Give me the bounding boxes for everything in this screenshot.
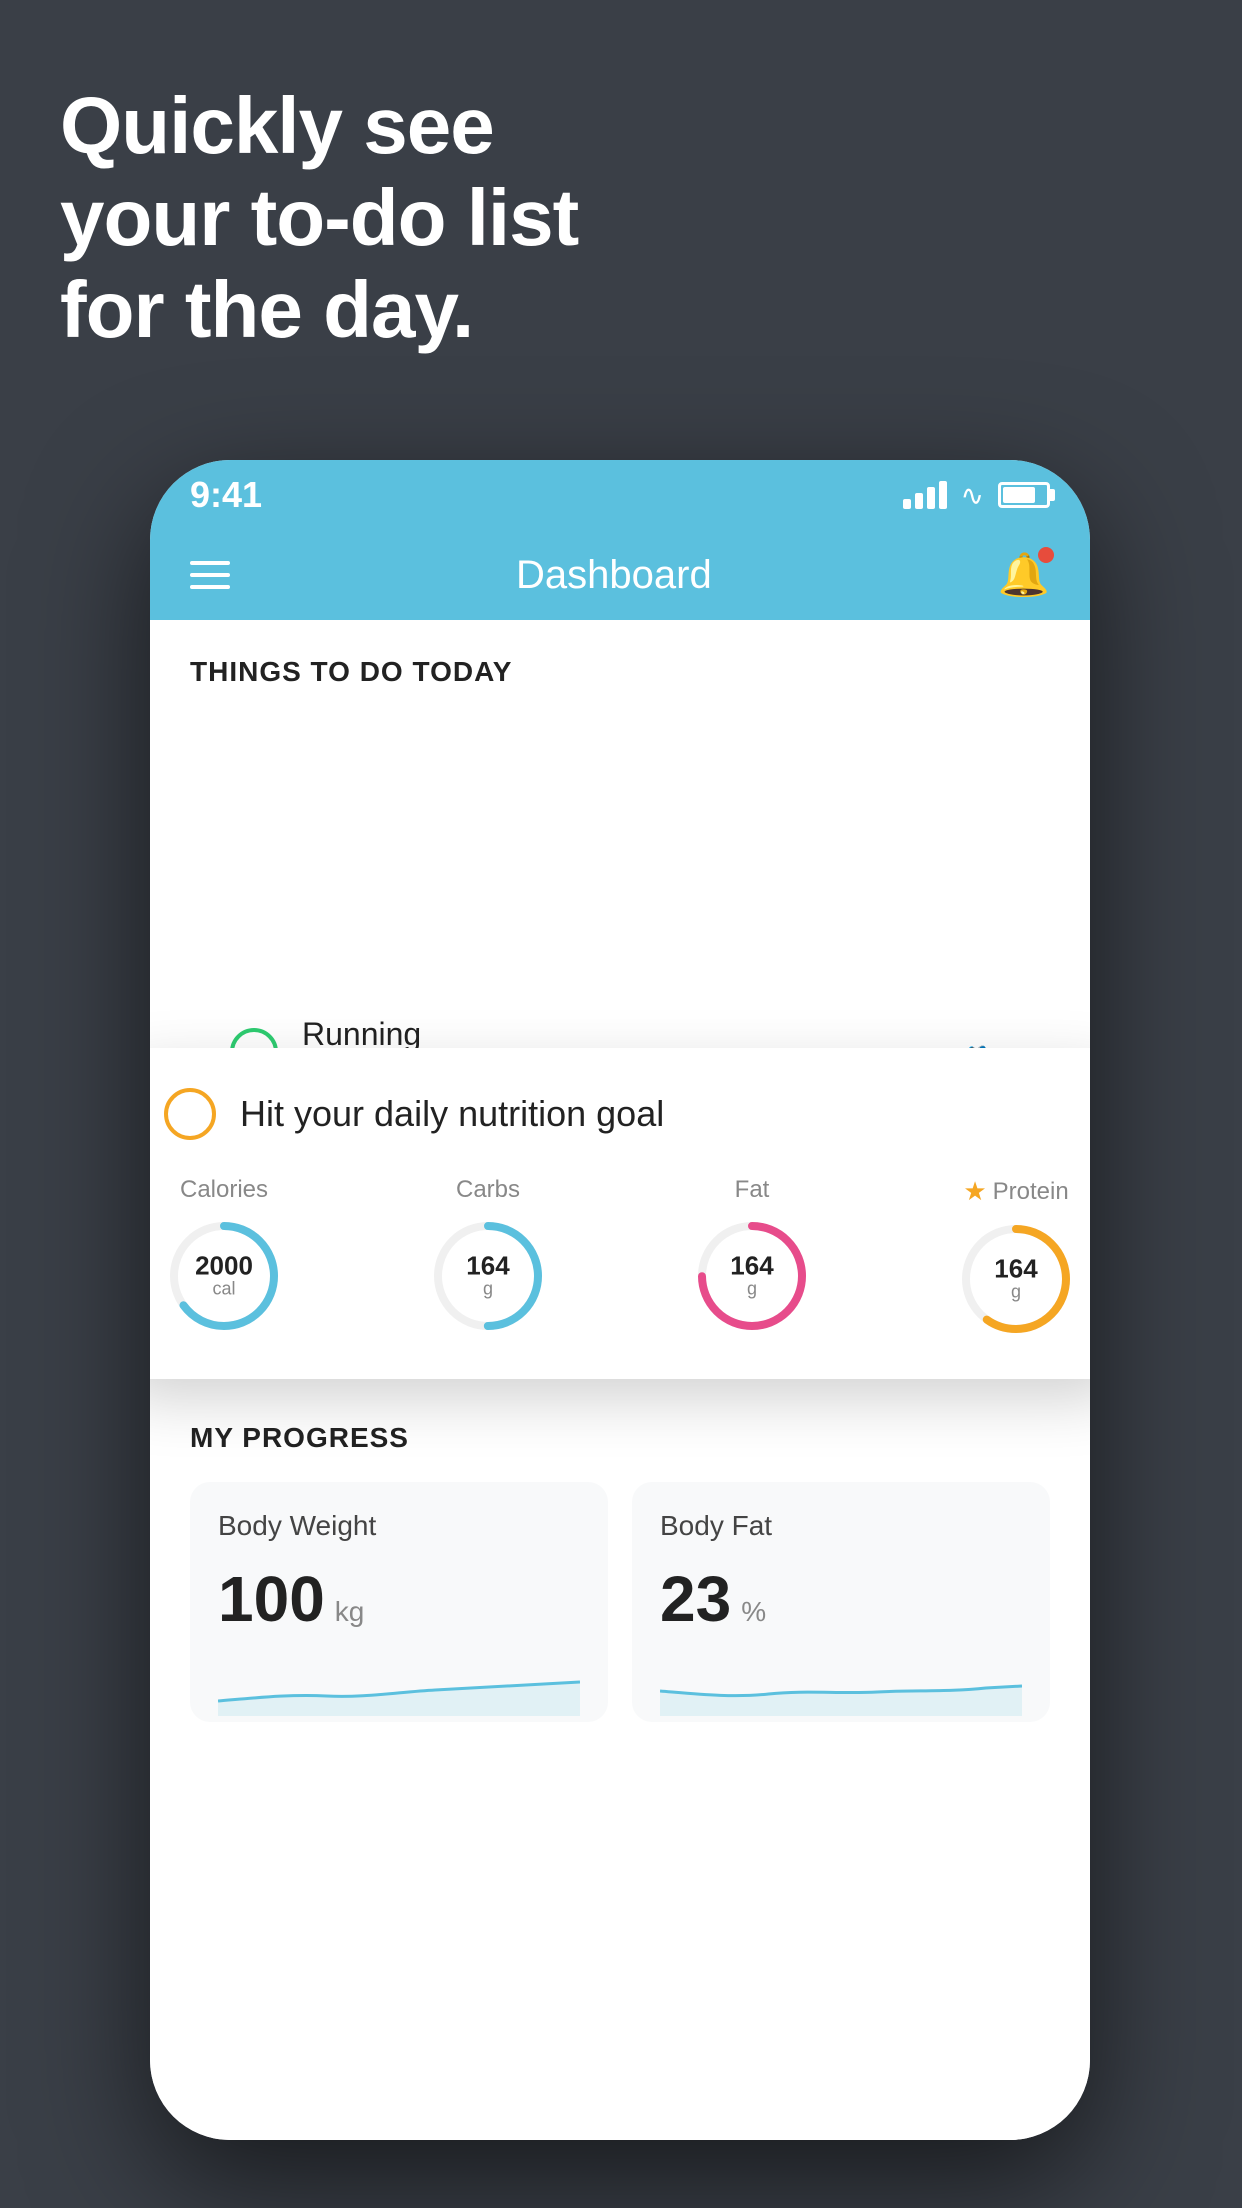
body-fat-value: 23 <box>660 1562 731 1636</box>
nutrition-carbs: Carbs 164 g <box>428 1176 548 1336</box>
phone-mockup: 9:41 ∿ Dashboard 🔔 THI <box>150 460 1090 2140</box>
nutrition-grid: Calories 2000 cal <box>164 1176 1076 1339</box>
protein-label: Protein <box>993 1178 1069 1206</box>
body-fat-card[interactable]: Body Fat 23 % <box>632 1482 1050 1722</box>
carbs-ring: 164 g <box>428 1216 548 1336</box>
fat-ring: 164 g <box>692 1216 812 1336</box>
nav-title: Dashboard <box>516 553 712 598</box>
todo-wrapper: Hit your daily nutrition goal Calories <box>150 988 1090 1372</box>
calories-ring: 2000 cal <box>164 1216 284 1336</box>
carbs-label: Carbs <box>456 1176 520 1204</box>
body-weight-value-row: 100 kg <box>218 1562 580 1636</box>
progress-cards: Body Weight 100 kg Body Fat 23 % <box>190 1482 1050 1722</box>
popup-title-row: Hit your daily nutrition goal <box>164 1088 1076 1140</box>
phone-content: THINGS TO DO TODAY Hit your daily nutrit… <box>150 620 1090 2140</box>
body-weight-value: 100 <box>218 1562 325 1636</box>
fat-label: Fat <box>735 1176 770 1204</box>
status-bar: 9:41 ∿ <box>150 460 1090 530</box>
wifi-icon: ∿ <box>961 479 984 512</box>
status-icons: ∿ <box>903 479 1050 512</box>
menu-icon[interactable] <box>190 561 230 589</box>
body-fat-value-row: 23 % <box>660 1562 1022 1636</box>
body-weight-title: Body Weight <box>218 1510 580 1542</box>
notification-dot <box>1038 547 1054 563</box>
popup-title: Hit your daily nutrition goal <box>240 1093 664 1135</box>
nutrition-calories: Calories 2000 cal <box>164 1176 284 1336</box>
calories-label: Calories <box>180 1176 268 1204</box>
things-to-do-header: THINGS TO DO TODAY <box>150 620 1090 708</box>
my-progress-section: MY PROGRESS Body Weight 100 kg B <box>150 1372 1090 1752</box>
star-icon: ★ <box>963 1176 986 1207</box>
calories-value-center: 2000 cal <box>195 1253 253 1300</box>
progress-header: MY PROGRESS <box>190 1422 1050 1454</box>
nutrition-protein: ★ Protein 164 g <box>956 1176 1076 1339</box>
signal-bars-icon <box>903 481 947 509</box>
bell-icon[interactable]: 🔔 <box>998 551 1050 600</box>
body-weight-unit: kg <box>335 1596 365 1628</box>
body-fat-unit: % <box>741 1596 766 1628</box>
body-fat-title: Body Fat <box>660 1510 1022 1542</box>
battery-icon <box>998 482 1050 508</box>
nutrition-popup-card[interactable]: Hit your daily nutrition goal Calories <box>150 1048 1090 1379</box>
body-weight-card[interactable]: Body Weight 100 kg <box>190 1482 608 1722</box>
fat-chart <box>660 1656 1022 1716</box>
status-time: 9:41 <box>190 474 262 516</box>
protein-ring: 164 g <box>956 1219 1076 1339</box>
weight-chart <box>218 1656 580 1716</box>
nutrition-circle-btn[interactable] <box>164 1088 216 1140</box>
nutrition-fat: Fat 164 g <box>692 1176 812 1336</box>
nav-bar: Dashboard 🔔 <box>150 530 1090 620</box>
headline: Quickly see your to-do list for the day. <box>60 80 578 356</box>
